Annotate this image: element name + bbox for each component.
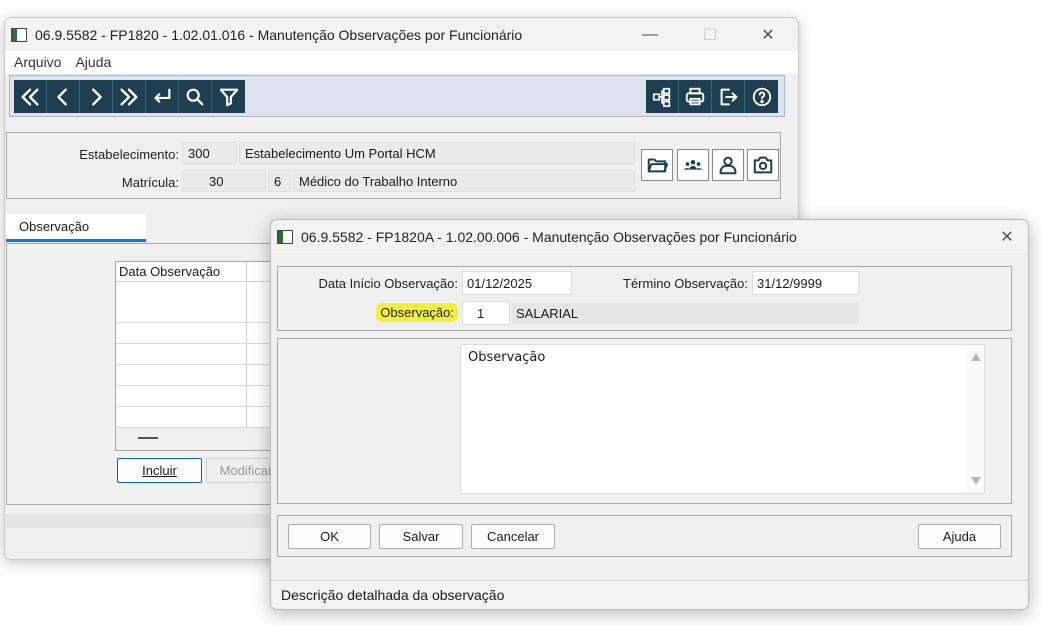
tab-observacao[interactable]: Observação	[6, 214, 146, 242]
dialog-title: 06.9.5582 - FP1820A - 1.02.00.006 - Manu…	[301, 228, 797, 245]
menubar: Arquivo Ajuda	[5, 51, 798, 73]
table-row[interactable]	[116, 344, 274, 365]
textarea-scrollbar[interactable]	[967, 345, 984, 493]
table-row[interactable]	[116, 386, 274, 407]
exit-button[interactable]	[712, 80, 745, 113]
maximize-button[interactable]: ☐	[687, 18, 733, 51]
folder-button[interactable]	[641, 149, 673, 181]
dialog-close-button[interactable]: ✕	[984, 220, 1028, 253]
scroll-up-icon[interactable]	[971, 353, 981, 361]
main-titlebar: 06.9.5582 - FP1820 - 1.02.01.016 - Manut…	[5, 18, 798, 51]
tree-icon	[652, 87, 671, 107]
table-row[interactable]	[116, 407, 274, 428]
minimize-button[interactable]: —	[627, 18, 673, 51]
goto-button[interactable]	[146, 80, 179, 113]
person-button[interactable]	[712, 149, 744, 181]
grid-scrollbar[interactable]	[116, 428, 274, 450]
salvar-button[interactable]: Salvar	[379, 524, 463, 549]
person-icon	[719, 156, 737, 175]
matricula-code-field[interactable]: 30	[182, 170, 266, 192]
data-inicio-input[interactable]: 01/12/2025	[462, 271, 572, 295]
observacao-description: SALARIAL	[512, 303, 859, 324]
data-inicio-label: Data Início Observação:	[318, 276, 458, 291]
filter-button[interactable]	[212, 80, 245, 113]
table-row[interactable]	[116, 302, 274, 323]
grid-header: Data Observação O	[116, 262, 274, 282]
help-button[interactable]	[745, 80, 778, 113]
dialog-buttons-panel: OK Salvar Cancelar Ajuda	[277, 515, 1012, 557]
toolbar	[9, 75, 785, 117]
observacao-label-highlight: Observação:	[376, 303, 458, 322]
matricula-label: Matrícula:	[121, 175, 179, 190]
exit-icon	[720, 88, 738, 105]
observation-dialog: 06.9.5582 - FP1820A - 1.02.00.006 - Manu…	[270, 219, 1029, 610]
scroll-down-icon[interactable]	[971, 477, 981, 485]
observacao-textarea[interactable]: Observação	[460, 344, 985, 494]
camera-button[interactable]	[747, 149, 779, 181]
scroll-thumb[interactable]	[138, 437, 158, 439]
camera-icon	[753, 156, 773, 174]
observations-grid[interactable]: Data Observação O	[115, 261, 275, 451]
observacao-code-input[interactable]: 1	[462, 301, 510, 325]
textarea-content: Observação	[468, 350, 546, 365]
menu-ajuda[interactable]: Ajuda	[75, 54, 111, 70]
help-icon	[752, 87, 771, 106]
app-icon	[11, 27, 27, 42]
ajuda-button[interactable]: Ajuda	[918, 524, 1001, 549]
goto-icon	[154, 88, 171, 103]
estabelecimento-code-field[interactable]: 300	[182, 142, 237, 164]
table-row[interactable]	[116, 365, 274, 386]
print-icon	[685, 87, 705, 105]
search-button[interactable]	[179, 80, 212, 113]
estabelecimento-label: Estabelecimento:	[79, 147, 179, 162]
termino-input[interactable]: 31/12/9999	[752, 271, 859, 295]
incluir-button[interactable]: Incluir	[117, 458, 202, 483]
observacao-label: Observação:	[374, 303, 458, 322]
main-window-title: 06.9.5582 - FP1820 - 1.02.01.016 - Manut…	[35, 26, 523, 43]
estabelecimento-name-field: Estabelecimento Um Portal HCM	[239, 142, 635, 164]
dialog-status-bar: Descrição detalhada da observação	[271, 580, 1028, 609]
close-button[interactable]: ✕	[745, 18, 791, 51]
last-icon	[120, 87, 138, 106]
header-panel: Estabelecimento: 300 Estabelecimento Um …	[6, 132, 781, 199]
group-icon	[683, 159, 703, 170]
print-button[interactable]	[679, 80, 712, 113]
next-icon	[92, 87, 102, 106]
matricula-digit-field: 6	[268, 170, 291, 192]
table-row[interactable]	[116, 323, 274, 344]
termino-label: Término Observação:	[623, 276, 748, 291]
cancelar-button[interactable]: Cancelar	[471, 524, 555, 549]
first-icon	[21, 87, 39, 106]
group-button[interactable]	[677, 149, 709, 181]
right-toolbar-group	[646, 80, 778, 113]
filter-icon	[219, 88, 238, 106]
folder-icon	[647, 158, 668, 173]
tree-button[interactable]	[646, 80, 679, 113]
column-data-observacao[interactable]: Data Observação	[119, 264, 220, 279]
nav-toolbar-group	[14, 80, 245, 113]
menu-arquivo[interactable]: Arquivo	[14, 54, 61, 70]
previous-icon	[57, 87, 67, 106]
dialog-titlebar: 06.9.5582 - FP1820A - 1.02.00.006 - Manu…	[271, 220, 1028, 253]
ok-button[interactable]: OK	[288, 524, 371, 549]
dialog-fields-panel: Data Início Observação: 01/12/2025 Térmi…	[277, 266, 1012, 331]
next-record-button[interactable]	[80, 80, 113, 113]
first-record-button[interactable]	[14, 80, 47, 113]
previous-record-button[interactable]	[47, 80, 80, 113]
last-record-button[interactable]	[113, 80, 146, 113]
dialog-app-icon	[277, 229, 293, 244]
search-icon	[186, 88, 204, 105]
matricula-name-field: Médico do Trabalho Interno	[293, 170, 635, 192]
